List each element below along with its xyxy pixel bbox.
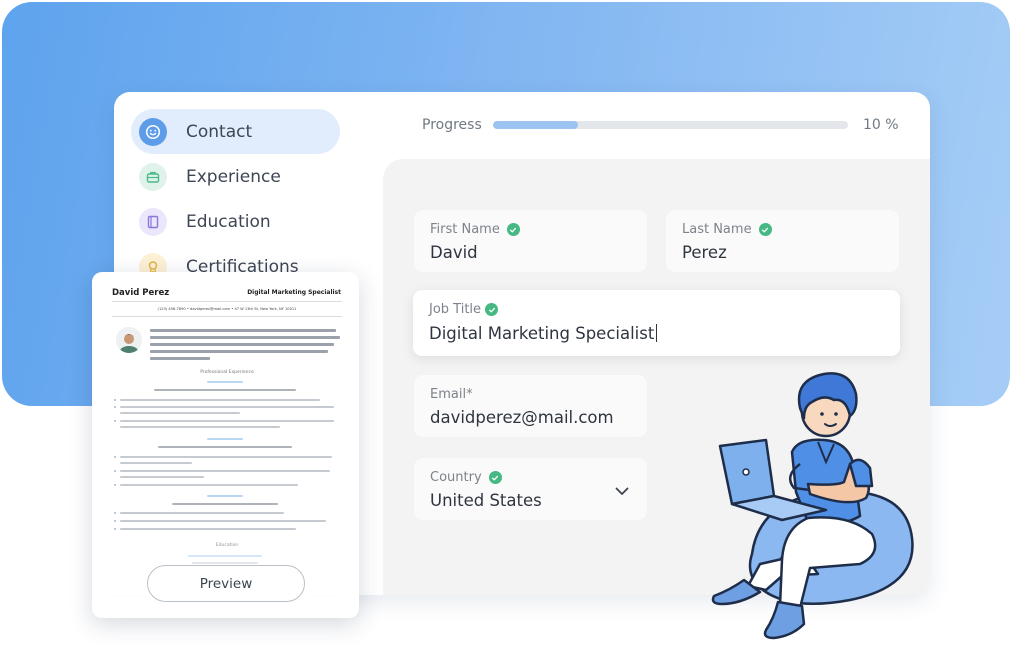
resume-section-heading: Professional Experience [200, 370, 254, 375]
first-name-value: David [430, 243, 478, 262]
progress-value: 10 % [863, 117, 899, 133]
book-icon [139, 207, 167, 236]
country-label: Country [430, 470, 482, 485]
resume-preview-card: David Perez Digital Marketing Specialist… [92, 272, 359, 618]
bullet-text-line [120, 456, 332, 458]
smiley-face-icon [139, 117, 167, 146]
person-with-laptop-illustration [700, 368, 930, 656]
sidebar-item-experience[interactable]: Experience [131, 154, 340, 199]
divider [112, 316, 342, 317]
sidebar-item-education[interactable]: Education [131, 199, 340, 244]
check-icon [758, 223, 772, 236]
bullet-text-line [120, 412, 240, 414]
country-select[interactable]: Country United States [414, 458, 647, 520]
text-cursor [656, 324, 658, 342]
check-icon [485, 303, 499, 316]
summary-text-line [150, 350, 328, 353]
email-label: Email* [430, 387, 473, 402]
progress-fill [493, 121, 579, 129]
preview-button[interactable]: Preview [147, 565, 305, 602]
check-icon [488, 471, 502, 484]
country-value: United States [430, 491, 542, 510]
bullet-text-line [120, 462, 192, 464]
last-name-label: Last Name [682, 222, 752, 237]
chevron-down-icon[interactable] [615, 481, 629, 500]
briefcase-icon [139, 162, 167, 191]
sidebar-item-contact[interactable]: Contact [131, 109, 340, 154]
avatar [116, 327, 142, 353]
date-line [207, 381, 243, 383]
check-icon [506, 223, 520, 236]
divider [112, 301, 342, 302]
summary-text-line [150, 329, 336, 332]
last-name-value: Perez [682, 243, 727, 262]
summary-text-line [150, 343, 334, 346]
last-name-field[interactable]: Last Name Perez [666, 210, 899, 272]
progress-label: Progress [422, 117, 482, 133]
bullet-text-line [120, 484, 298, 486]
date-line [207, 438, 243, 440]
date-line [207, 495, 243, 497]
resume-name: David Perez [112, 288, 170, 298]
bullet-text-line [120, 426, 280, 428]
job-title-field[interactable]: Job Title Digital Marketing Specialist [413, 290, 900, 356]
sidebar-item-label: Contact [186, 121, 253, 142]
email-field[interactable]: Email* davidperez@mail.com [414, 375, 647, 437]
progress-bar [493, 121, 848, 129]
job-line [154, 389, 296, 391]
first-name-field[interactable]: First Name David [414, 210, 647, 272]
sidebar-item-label: Experience [186, 166, 281, 187]
job-title-value: Digital Marketing Specialist [429, 324, 655, 343]
bullet-text-line [120, 399, 320, 401]
bullet-text-line [120, 520, 326, 522]
bullet-text-line [120, 476, 204, 478]
bullet-text-line [120, 512, 284, 514]
email-value: davidperez@mail.com [430, 408, 614, 427]
job-title-label: Job Title [429, 302, 482, 317]
resume-contact-line: (123) 456-7890 • davidperez@mail.com • 4… [157, 307, 297, 311]
summary-text-line [150, 336, 340, 339]
job-line [172, 503, 278, 505]
resume-job-title: Digital Marketing Specialist [247, 289, 341, 296]
sidebar-item-label: Education [186, 211, 271, 232]
bullet-text-line [120, 406, 334, 408]
summary-text-line [150, 357, 210, 360]
bullet-text-line [120, 470, 330, 472]
first-name-label: First Name [430, 222, 500, 237]
job-line [158, 446, 292, 448]
bullet-text-line [120, 528, 296, 530]
bullet-text-line [120, 420, 334, 422]
